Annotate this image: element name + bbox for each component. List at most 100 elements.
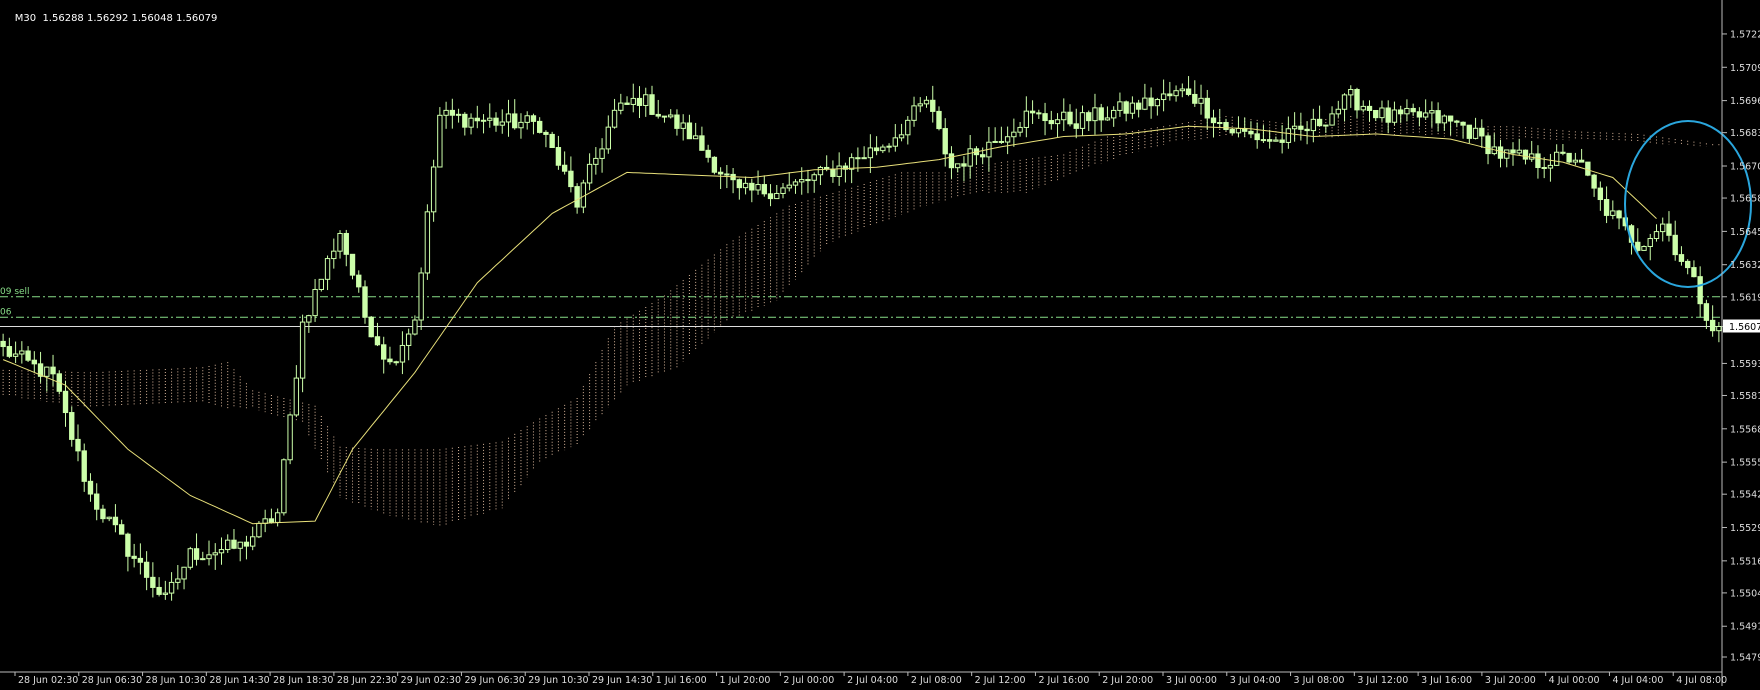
candle-bull (499, 121, 505, 126)
candle-bull (1572, 159, 1579, 163)
candle-bull (1179, 88, 1185, 92)
candle-bull (1335, 108, 1341, 115)
candle-bull (811, 174, 817, 181)
candle-bear (1447, 115, 1454, 122)
candle-bull (1235, 127, 1242, 134)
y-tick-label: 1.55550 (1730, 458, 1760, 469)
candle-bull (1641, 246, 1647, 251)
candle-bear (649, 94, 655, 115)
candle-bear (979, 154, 986, 158)
candle-bull (836, 165, 842, 177)
candle-bear (942, 128, 948, 155)
candle-bear (961, 163, 967, 167)
candle-bull (917, 103, 923, 107)
candle-bear (143, 561, 150, 578)
candle-bear (1366, 105, 1373, 111)
x-tick-label: 28 Jun 22:30 (337, 675, 397, 686)
candle-bull (44, 366, 50, 377)
candle-bear (1485, 135, 1491, 155)
candle-bear (493, 117, 499, 126)
candle-bear (1709, 319, 1716, 332)
candle-bull (1023, 110, 1030, 128)
candle-bull (1647, 238, 1653, 248)
candle-bull (692, 135, 699, 140)
candle-bull (418, 272, 424, 321)
x-tick-label: 3 Jul 04:00 (1230, 675, 1281, 686)
candle-bear (150, 576, 156, 588)
candle-bear (1678, 254, 1685, 262)
order-label-sell: 09 sell (0, 287, 30, 297)
candle-bear (636, 97, 643, 106)
candle-bear (1254, 133, 1260, 141)
x-tick-label: 4 Jul 04:00 (1612, 675, 1663, 686)
candle-bull (1285, 128, 1292, 143)
candle-bull (630, 97, 636, 105)
candle-bull (1404, 107, 1410, 115)
candle-bear (561, 164, 568, 172)
candle-bear (156, 586, 162, 595)
candle-bear (1703, 303, 1710, 321)
candle-bull (1198, 97, 1204, 104)
candle-bear (574, 186, 580, 208)
candle-bull (443, 109, 449, 116)
candle-bull (1011, 131, 1017, 138)
x-tick-label: 3 Jul 12:00 (1357, 675, 1408, 686)
current-price-label: 1.56079 (1729, 322, 1760, 333)
candle-bear (1466, 124, 1472, 139)
candle-bull (780, 187, 786, 194)
candle-bull (1291, 125, 1298, 130)
candle-bull (1173, 90, 1179, 97)
candle-bear (537, 120, 543, 133)
candle-bear (387, 358, 393, 363)
y-tick-label: 1.56705 (1730, 161, 1760, 172)
candle-bull (792, 181, 799, 186)
candle-bear (699, 135, 705, 151)
y-tick-label: 1.55040 (1730, 588, 1760, 599)
candle-bear (1248, 130, 1254, 135)
candle-bull (1117, 101, 1123, 111)
candle-bull (911, 105, 917, 121)
candle-bear (543, 131, 549, 135)
candle-bear (1298, 125, 1304, 130)
candle-bear (1223, 122, 1229, 130)
candle-bull (331, 250, 337, 260)
candle-bear (1204, 97, 1210, 119)
candle-bear (1566, 152, 1572, 163)
x-tick-label: 1 Jul 16:00 (656, 675, 707, 686)
candle-bull (256, 522, 262, 538)
trading-chart[interactable]: M30 1.56288 1.56292 1.56048 1.56079 09 s… (0, 0, 1760, 686)
candle-bull (250, 536, 256, 547)
candle-bull (742, 182, 749, 189)
candle-bull (1391, 109, 1398, 123)
candle-bear (1067, 111, 1073, 125)
x-tick-label: 3 Jul 00:00 (1166, 675, 1217, 686)
candle-bear (549, 133, 555, 149)
x-tick-label: 28 Jun 10:30 (146, 675, 206, 686)
y-tick-label: 1.54910 (1730, 622, 1760, 633)
candle-bull (187, 548, 193, 568)
candle-bull (1610, 210, 1616, 216)
candle-bull (337, 232, 343, 252)
candle-bull (225, 539, 231, 551)
candle-bear (1597, 187, 1604, 201)
y-tick-label: 1.54790 (1730, 653, 1760, 664)
candle-bear (1354, 89, 1360, 111)
candle-bear (1578, 159, 1585, 163)
x-tick-label: 28 Jun 18:30 (273, 675, 333, 686)
candle-bear (1279, 139, 1285, 143)
candle-bear (1541, 166, 1547, 169)
price-chart[interactable]: 09 sell 06 1.57220 1.57090 1.56960 1.56835 1.5… (0, 0, 1760, 686)
x-tick-label: 2 Jul 16:00 (1038, 675, 1089, 686)
candle-bull (1422, 112, 1429, 118)
candle-bull (505, 113, 512, 123)
candle-bull (586, 163, 593, 184)
candle-bear (6, 346, 13, 357)
candle-bull (437, 114, 443, 168)
candle-bear (231, 539, 237, 549)
candle-bear (873, 147, 880, 152)
candle-bear (711, 156, 718, 173)
y-tick-label: 1.55935 (1730, 359, 1760, 370)
candle-bear (855, 157, 861, 160)
x-tick-label: 2 Jul 08:00 (911, 675, 962, 686)
candle-bear (1123, 101, 1129, 114)
